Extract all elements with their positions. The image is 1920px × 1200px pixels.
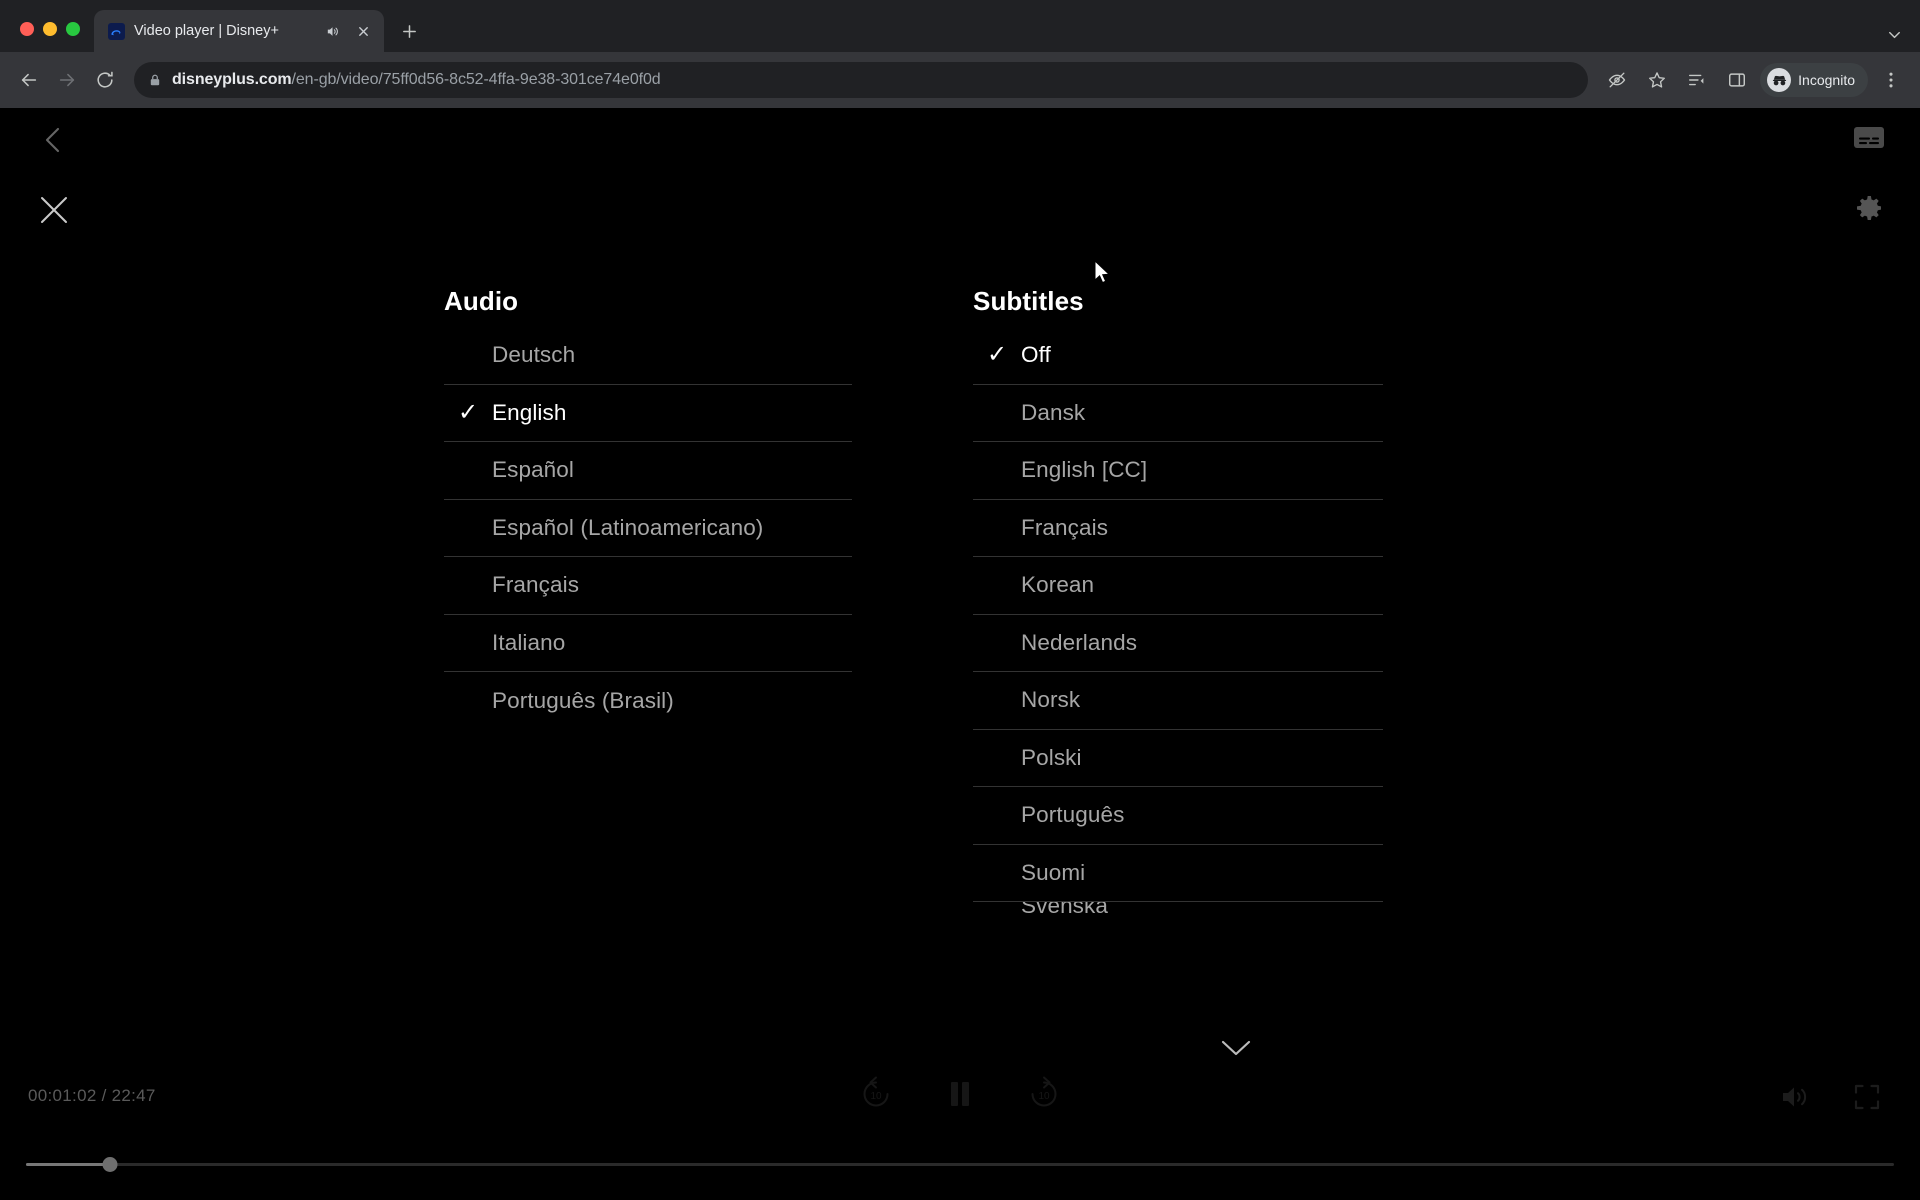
audio-option[interactable]: Deutsch <box>444 327 852 385</box>
subtitles-option-label: Norsk <box>1021 687 1081 713</box>
subtitles-option[interactable]: ✓ Off <box>973 327 1383 385</box>
new-tab-button[interactable] <box>392 14 426 48</box>
incognito-profile-button[interactable]: Incognito <box>1760 63 1868 97</box>
tab-strip: Video player | Disney+ <box>0 0 1920 52</box>
progress-fill <box>26 1163 111 1166</box>
subtitles-option-label: Svenska <box>1021 902 1108 918</box>
disney-plus-favicon <box>108 22 125 40</box>
audio-option-label: Français <box>492 572 580 598</box>
tab-audio-playing-icon[interactable] <box>321 20 343 42</box>
three-dot-menu-icon[interactable] <box>1874 63 1908 97</box>
subtitles-option-label: Off <box>1021 342 1051 368</box>
audio-option-label: Italiano <box>492 629 566 655</box>
audio-panel: Audio Deutsch ✓ English Español Español (Lat… <box>444 286 948 730</box>
browser-toolbar: disneyplus.com/en-gb/video/75ff0d56-8c52… <box>0 52 1920 108</box>
pause-icon[interactable] <box>938 1072 982 1116</box>
url-domain: disneyplus.com <box>172 71 292 88</box>
subtitles-option-label: English [CC] <box>1021 457 1148 483</box>
audio-option-list: Deutsch ✓ English Español Español (Latinoame… <box>444 327 948 730</box>
check-icon: ✓ <box>457 398 479 426</box>
audio-option-label: Português (Brasil) <box>492 687 674 713</box>
window-minimize-button[interactable] <box>43 22 57 36</box>
reload-icon[interactable] <box>88 63 122 97</box>
audio-option-label: Español (Latinoamericano) <box>492 514 764 540</box>
toolbar-right-actions: Incognito <box>1600 63 1908 97</box>
center-playback-controls: 10 10 <box>854 1072 1066 1116</box>
subtitles-panel-title: Subtitles <box>973 286 1084 316</box>
audio-subtitles-panel: Audio Deutsch ✓ English Español Español (Lat… <box>0 108 1920 1200</box>
star-icon[interactable] <box>1640 63 1674 97</box>
lock-icon <box>148 73 162 87</box>
reading-list-icon[interactable] <box>1680 63 1714 97</box>
window-traffic-lights <box>12 22 94 52</box>
audio-option[interactable]: Español (Latinoamericano) <box>444 500 852 557</box>
audio-option-label: Deutsch <box>492 342 576 368</box>
window-close-button[interactable] <box>20 22 34 36</box>
subtitles-option[interactable]: Svenska <box>973 902 1383 932</box>
side-panel-icon[interactable] <box>1720 63 1754 97</box>
subtitles-option[interactable]: Korean <box>973 557 1383 615</box>
volume-on-icon[interactable] <box>1776 1078 1814 1116</box>
fullscreen-icon[interactable] <box>1848 1078 1886 1116</box>
eye-slash-icon[interactable] <box>1600 63 1634 97</box>
check-icon: ✓ <box>986 341 1008 369</box>
incognito-spy-icon <box>1767 68 1792 92</box>
tab-list-menu-button[interactable] <box>1885 25 1904 44</box>
audio-option[interactable]: Português (Brasil) <box>444 672 852 730</box>
subtitles-option-label: Français <box>1021 514 1109 540</box>
address-bar-url: disneyplus.com/en-gb/video/75ff0d56-8c52… <box>172 71 661 89</box>
subtitles-option[interactable]: Dansk <box>973 385 1383 442</box>
audio-option[interactable]: ✓ English <box>444 385 852 442</box>
right-playback-controls <box>1776 1078 1886 1116</box>
progress-track[interactable] <box>26 1163 1894 1166</box>
subtitles-option-label: Nederlands <box>1021 629 1138 655</box>
address-bar[interactable]: disneyplus.com/en-gb/video/75ff0d56-8c52… <box>134 62 1589 98</box>
svg-text:10: 10 <box>870 1091 882 1102</box>
forward-arrow-icon[interactable] <box>50 63 84 97</box>
audio-option-label: English <box>492 399 567 425</box>
browser-tab[interactable]: Video player | Disney+ <box>94 10 384 52</box>
audio-option[interactable]: Español <box>444 442 852 500</box>
subtitles-option[interactable]: Polski <box>973 730 1383 787</box>
back-arrow-icon[interactable] <box>12 63 46 97</box>
audio-panel-title: Audio <box>444 286 519 316</box>
subtitles-option[interactable]: English [CC] <box>973 442 1383 500</box>
progress-handle[interactable] <box>102 1157 118 1172</box>
subtitles-option-label: Polski <box>1021 744 1082 770</box>
progress-scrubber[interactable] <box>26 1156 1894 1172</box>
rewind-10-icon[interactable]: 10 <box>854 1072 898 1116</box>
window-maximize-button[interactable] <box>66 22 80 36</box>
subtitles-option[interactable]: Suomi <box>973 845 1383 902</box>
subtitles-option-list: ✓ Off Dansk English [CC] Français Korean Neder… <box>973 327 1477 932</box>
player-controls-bar: 00:01:02 / 22:47 10 10 <box>0 1060 1920 1200</box>
browser-window: Video player | Disney+ disneyplus.com/en… <box>0 0 1920 1200</box>
audio-option[interactable]: Italiano <box>444 615 852 672</box>
subtitles-option-label: Korean <box>1021 572 1095 598</box>
url-path: /en-gb/video/75ff0d56-8c52-4ffa-9e38-301… <box>291 71 661 88</box>
subtitles-option[interactable]: Norsk <box>973 672 1383 730</box>
svg-text:10: 10 <box>1038 1091 1050 1102</box>
subtitles-option-label: Português <box>1021 802 1125 828</box>
subtitles-option-label: Dansk <box>1021 399 1086 425</box>
subtitles-option[interactable]: Français <box>973 500 1383 557</box>
audio-option[interactable]: Français <box>444 557 852 615</box>
audio-option-label: Español <box>492 457 575 483</box>
tab-title: Video player | Disney+ <box>134 23 279 39</box>
time-display: 00:01:02 / 22:47 <box>28 1086 156 1105</box>
subtitles-panel: Subtitles ✓ Off Dansk English [CC] Français K… <box>973 286 1477 932</box>
tab-close-icon[interactable] <box>352 20 374 42</box>
subtitles-option[interactable]: Português <box>973 787 1383 845</box>
forward-10-icon[interactable]: 10 <box>1022 1072 1066 1116</box>
subtitles-option-label: Suomi <box>1021 859 1086 885</box>
disney-plus-video-player: Audio Deutsch ✓ English Español Español (Lat… <box>0 108 1920 1200</box>
incognito-label: Incognito <box>1798 72 1855 88</box>
subtitles-option[interactable]: Nederlands <box>973 615 1383 672</box>
